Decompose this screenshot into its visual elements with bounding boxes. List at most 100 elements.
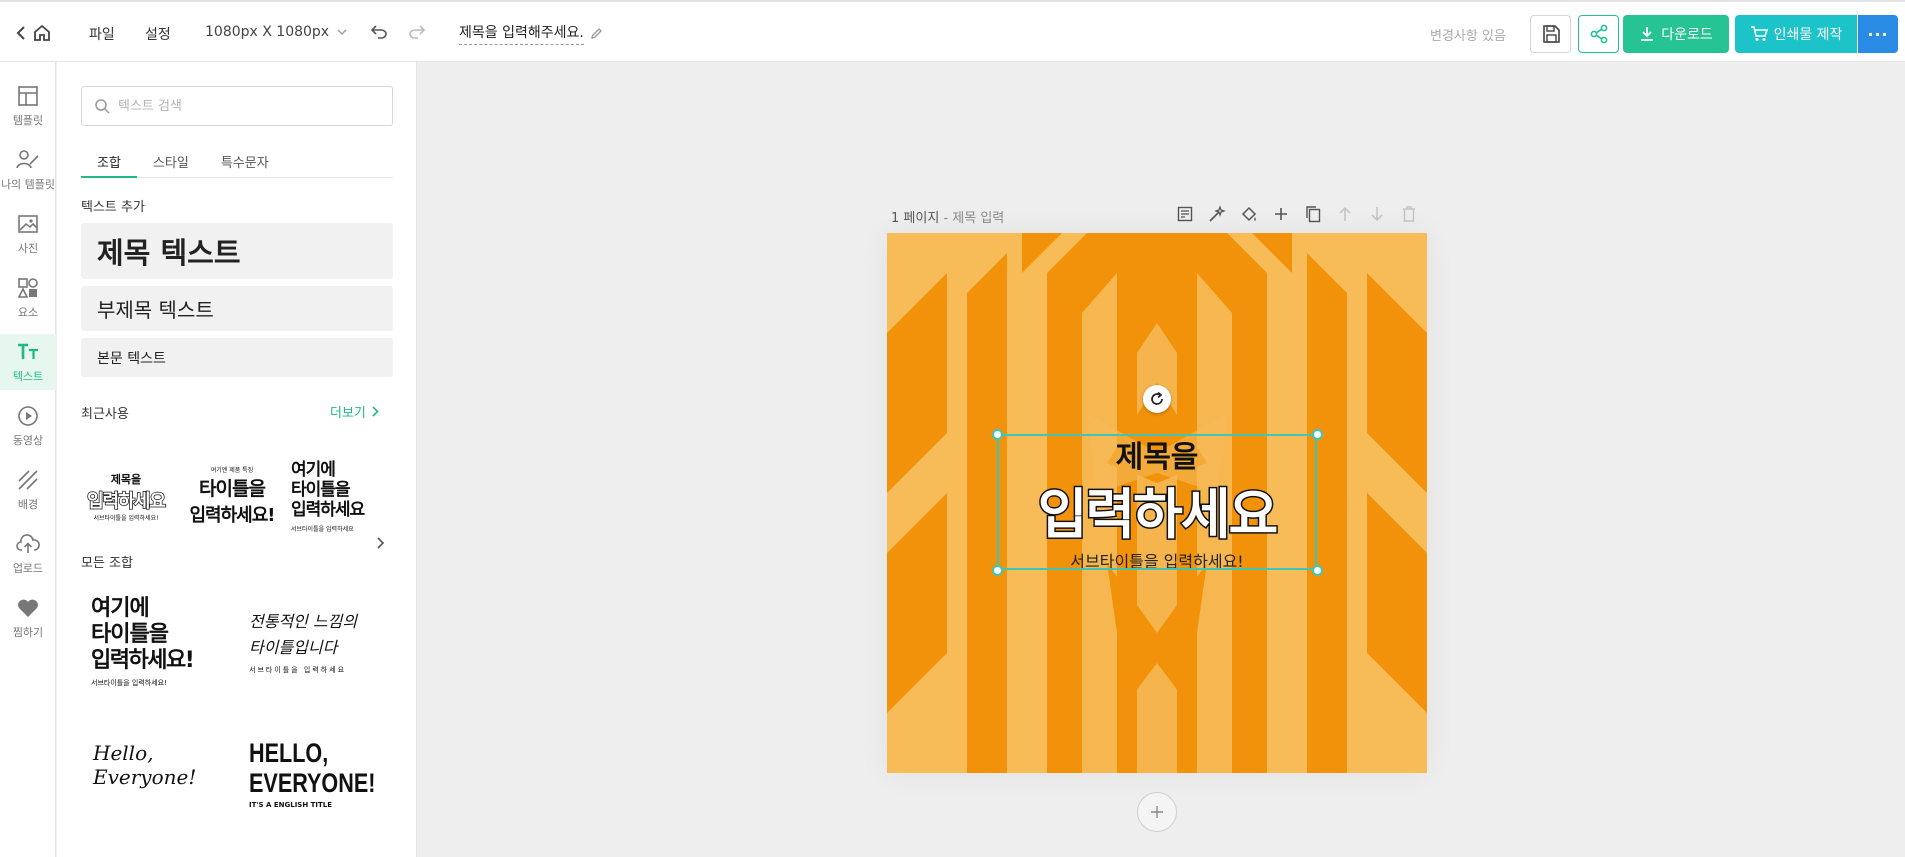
thumb-line: 타이틀을 — [291, 479, 351, 500]
thumb-line: 여기에 — [91, 596, 150, 621]
upload-icon — [16, 532, 40, 556]
resize-handle-top-right[interactable] — [1312, 429, 1323, 440]
page-number: 1 페이지 — [891, 211, 940, 226]
resize-handle-bottom-right[interactable] — [1312, 565, 1323, 576]
thumb-line: 입력하세요 — [291, 499, 365, 520]
file-menu[interactable]: 파일 — [89, 24, 115, 44]
top-bar: 파일 설정 1080px X 1080px 제목을 입력해주세요. 변경사항 있… — [0, 0, 1905, 62]
thumb-line: 여기에 — [291, 459, 336, 480]
plus-icon — [1151, 806, 1163, 818]
thumb-line: 제목을 — [110, 472, 142, 486]
download-button[interactable]: 다운로드 — [1623, 15, 1729, 53]
download-icon — [1641, 27, 1654, 41]
thumb-line: 입력하세요 — [86, 490, 166, 513]
page-memo-icon[interactable] — [1175, 202, 1195, 226]
rail-label: 배경 — [17, 498, 39, 511]
document-title-text: 제목을 입력해주세요. — [459, 22, 584, 45]
elements-icon — [16, 276, 40, 300]
thumb-line: IT'S A ENGLISH TITLE — [249, 800, 333, 809]
undo-icon[interactable] — [370, 22, 390, 42]
rotate-icon — [1151, 391, 1163, 405]
rotate-handle[interactable] — [1143, 385, 1171, 413]
thumb-line: 서브타이틀을 입력하세요! — [91, 679, 167, 687]
thumb-line: Everyone! — [93, 765, 197, 789]
resize-handle-bottom-left[interactable] — [992, 565, 1003, 576]
more-options-button[interactable]: ··· — [1858, 15, 1898, 53]
rail-item-elements[interactable]: 요소 — [0, 270, 56, 326]
rail-item-favorites[interactable]: 찜하기 — [0, 590, 56, 646]
carousel-next-icon[interactable] — [377, 534, 385, 553]
combination-template-4[interactable]: HELLO, EVERYONE! IT'S A ENGLISH TITLE — [249, 730, 379, 816]
more-dots-icon: ··· — [1867, 24, 1889, 44]
canvas-size-select[interactable]: 1080px X 1080px — [205, 24, 347, 40]
combination-template-3[interactable]: Hello, Everyone! — [93, 730, 223, 800]
recent-template-2[interactable]: 여기엔 제품 특징 타이틀을 입력하세요! — [187, 450, 277, 542]
resize-handle-top-left[interactable] — [992, 429, 1003, 440]
rail-item-text[interactable]: 텍스트 — [0, 334, 56, 390]
add-subtitle-text-button[interactable]: 부제목 텍스트 — [81, 286, 393, 331]
recent-heading: 최근사용 — [81, 407, 129, 422]
redo-icon[interactable] — [408, 22, 428, 42]
tab-style[interactable]: 스타일 — [137, 146, 205, 178]
add-page-button[interactable] — [1137, 792, 1177, 832]
text-panel: 조합 스타일 특수문자 텍스트 추가 제목 텍스트 부제목 텍스트 본문 텍스트… — [57, 62, 417, 857]
paint-bucket-icon[interactable] — [1239, 202, 1259, 226]
add-title-text-button[interactable]: 제목 텍스트 — [81, 223, 393, 279]
save-icon — [1542, 25, 1560, 43]
rail-item-upload[interactable]: 업로드 — [0, 526, 56, 582]
page-label: 1 페이지 - 제목 입력 — [891, 207, 1004, 226]
recent-template-3[interactable]: 여기에 타이틀을 입력하세요 서브타이틀을 입력하세요 — [291, 446, 375, 546]
page-name: - 제목 입력 — [943, 211, 1005, 226]
tab-special-chars[interactable]: 특수문자 — [205, 146, 285, 178]
thumb-line: 전통적인 느낌의 — [249, 612, 358, 631]
move-down-icon[interactable] — [1367, 202, 1387, 226]
rail-label: 동영상 — [12, 434, 44, 447]
selection-box[interactable] — [997, 434, 1317, 570]
rail-item-my-template[interactable]: 나의 템플릿 — [0, 142, 56, 198]
video-icon — [16, 404, 40, 428]
share-button[interactable] — [1578, 15, 1619, 53]
thumb-line: EVERYONE! — [249, 767, 376, 798]
rail-item-template[interactable]: 템플릿 — [0, 78, 56, 134]
document-title[interactable]: 제목을 입력해주세요. — [459, 22, 603, 45]
my-template-icon — [16, 148, 40, 172]
chevron-down-icon — [337, 29, 347, 35]
download-label: 다운로드 — [1661, 27, 1713, 43]
print-order-label: 인쇄물 제작 — [1773, 27, 1843, 43]
rail-label: 템플릿 — [12, 114, 44, 127]
duplicate-page-icon[interactable] — [1303, 202, 1323, 226]
rail-item-video[interactable]: 동영상 — [0, 398, 56, 454]
search-input[interactable] — [118, 98, 378, 114]
magic-wand-icon[interactable] — [1207, 202, 1227, 226]
home-icon[interactable] — [33, 22, 53, 44]
rail-label: 텍스트 — [12, 370, 44, 383]
thumb-line: Hello, — [93, 741, 154, 765]
move-up-icon[interactable] — [1335, 202, 1355, 226]
combination-template-1[interactable]: 여기에 타이틀을 입력하세요! 서브타이틀을 입력하세요! — [91, 587, 221, 697]
combination-template-2[interactable]: 전통적인 느낌의 타이틀입니다 서브타이틀을 입력하세요 — [249, 597, 379, 687]
thumb-line: 서브타이틀을 입력하세요 — [291, 525, 354, 533]
settings-menu[interactable]: 설정 — [145, 24, 171, 44]
add-text-heading: 텍스트 추가 — [81, 200, 145, 215]
background-icon — [16, 468, 40, 492]
rail-label: 요소 — [17, 306, 39, 319]
more-label: 더보기 — [330, 406, 366, 421]
delete-page-icon[interactable] — [1399, 202, 1419, 226]
tab-combination[interactable]: 조합 — [81, 146, 137, 178]
add-page-icon[interactable] — [1271, 202, 1291, 226]
rail-label: 나의 템플릿 — [0, 178, 56, 191]
back-icon[interactable] — [16, 22, 30, 44]
rail-item-background[interactable]: 배경 — [0, 462, 56, 518]
print-order-button[interactable]: 인쇄물 제작 — [1735, 15, 1857, 53]
more-link[interactable]: 더보기 — [330, 402, 379, 421]
text-tabs: 조합 스타일 특수문자 — [81, 146, 393, 178]
text-search[interactable] — [81, 86, 393, 126]
text-icon — [16, 340, 40, 364]
rail-label: 업로드 — [12, 562, 44, 575]
recent-template-1[interactable]: 제목을 입력하세요 서브타이틀을 입력하세요! — [81, 450, 171, 542]
rail-item-photo[interactable]: 사진 — [0, 206, 56, 262]
thumb-line: HELLO, — [249, 737, 329, 768]
search-icon — [95, 99, 110, 114]
save-button[interactable] — [1530, 15, 1571, 53]
add-body-text-button[interactable]: 본문 텍스트 — [81, 338, 393, 377]
